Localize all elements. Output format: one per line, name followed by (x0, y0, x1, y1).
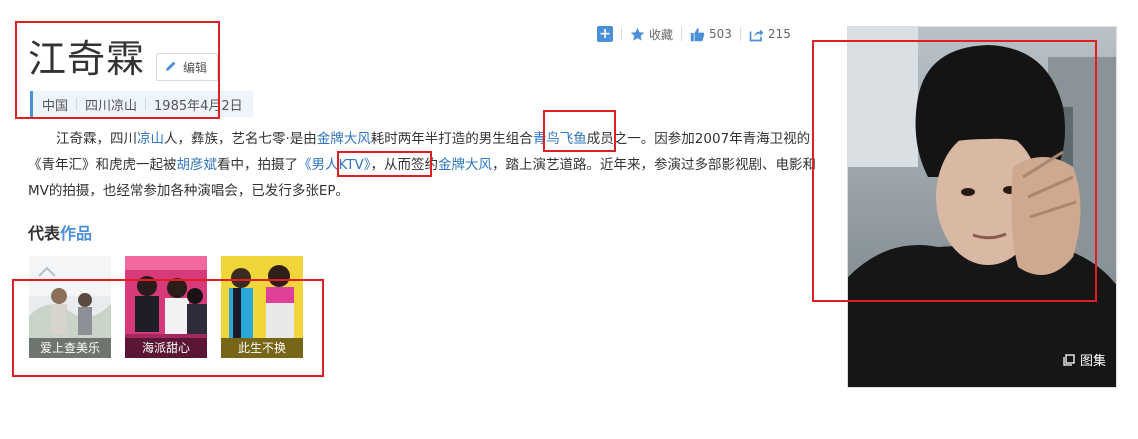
gallery-label: 图集 (1079, 354, 1106, 369)
summary-text: ，从而签约 (370, 157, 439, 173)
favorite-button[interactable]: 收藏 (630, 26, 673, 43)
share-icon (749, 28, 764, 41)
like-count: 503 (709, 27, 732, 41)
works-section-title: 代表作品 (28, 224, 93, 243)
summary-paragraph: 江奇霖，四川凉山人，彝族，艺名七零·是由金牌大风耗时两年半打造的男生组合青鸟飞鱼… (28, 126, 820, 204)
action-divider (621, 27, 622, 41)
work-thumbnail-2[interactable]: 海派甜心 (125, 256, 207, 358)
summary-text: 江奇霖，四川 (56, 131, 137, 147)
link-golden-typhoon[interactable]: 金牌大风 (317, 131, 371, 147)
portrait-image (848, 27, 1116, 387)
work-caption: 海派甜心 (125, 338, 207, 358)
edit-button[interactable]: 编辑 (156, 53, 218, 81)
share-button[interactable]: 215 (749, 27, 791, 42)
person-meta-bar: 中国 四川凉山 1985年4月2日 (30, 91, 253, 117)
summary-text: 人，彝族，艺名七零·是由 (164, 131, 317, 147)
meta-birthplace: 四川凉山 (85, 98, 138, 114)
add-button[interactable]: + (597, 26, 613, 42)
meta-divider (145, 98, 147, 110)
summary-text: 耗时两年半打造的男生组合 (370, 131, 533, 147)
meta-country: 中国 (42, 98, 69, 114)
page-title: 江奇霖 (28, 37, 146, 81)
work-thumbnail-3[interactable]: 此生不换 (221, 256, 303, 358)
link-liangshan[interactable]: 凉山 (137, 131, 164, 147)
action-divider (681, 27, 683, 41)
person-portrait-photo[interactable]: 图集 (847, 26, 1117, 388)
thumbs-up-icon (690, 27, 705, 41)
edit-button-label: 编辑 (183, 60, 208, 75)
summary-text: 看中，拍摄了 (217, 157, 298, 173)
plus-icon: + (597, 26, 613, 42)
gallery-link[interactable]: 图集 (1063, 350, 1106, 369)
like-button[interactable]: 503 (690, 27, 732, 42)
action-bar: + 收藏 503 215 (597, 24, 791, 44)
link-golden-typhoon-2[interactable]: 金牌大风 (438, 157, 492, 173)
pencil-icon (165, 60, 177, 75)
work-thumbnail-1[interactable]: 爱上查美乐 (29, 256, 111, 358)
link-hu-yanbin[interactable]: 胡彦斌 (177, 157, 218, 173)
work-caption: 爱上查美乐 (29, 338, 111, 358)
gallery-icon (1063, 353, 1075, 366)
action-divider (739, 27, 741, 41)
share-count: 215 (767, 27, 791, 41)
star-icon (630, 27, 645, 41)
favorite-label: 收藏 (649, 27, 674, 42)
link-bluebird-flyingfish[interactable]: 青鸟飞鱼 (533, 131, 587, 147)
link-men-ktv[interactable]: 《男人KTV》 (298, 157, 371, 173)
meta-birthdate: 1985年4月2日 (154, 98, 243, 114)
work-caption: 此生不换 (221, 338, 303, 358)
meta-divider (76, 98, 78, 110)
